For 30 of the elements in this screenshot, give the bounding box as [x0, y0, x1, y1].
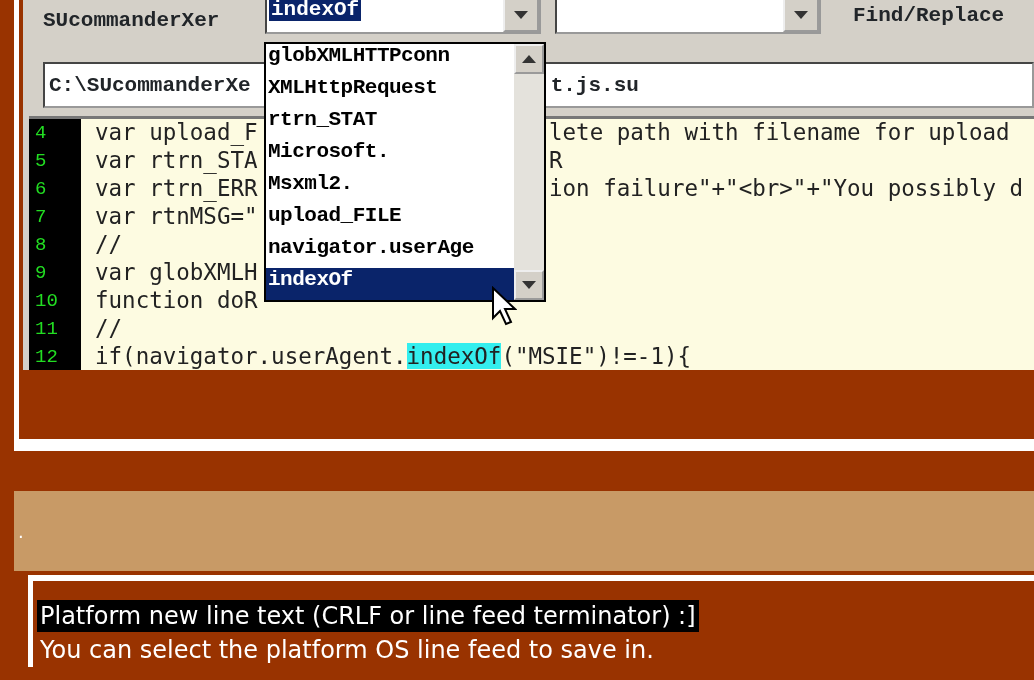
code-text: var rtrn_ERR [95, 175, 258, 201]
code-text: R [549, 147, 563, 175]
note-text: You can select the platform OS line feed to save in. [39, 635, 655, 666]
code-text: ion failure"+"<br>"+"You possibly d [549, 175, 1024, 203]
line-number: 11 [35, 318, 58, 340]
line-number: 12 [35, 346, 58, 368]
search-match: indexOf [406, 343, 502, 369]
code-text: var rtrn_STA [95, 147, 258, 173]
code-text: if(navigator.userAgent. [95, 343, 407, 369]
code-text: ("MSIE")!=-1){ [501, 343, 692, 369]
code-text: var upload_F [95, 119, 258, 145]
line-number: 6 [35, 178, 47, 200]
section-heading: Platform new line text (CRLF or line feed terminator) :] [37, 600, 699, 632]
line-number: 4 [35, 122, 47, 144]
path-text: t.js.su [550, 73, 639, 97]
line-number: 10 [35, 290, 58, 312]
app-label: SUcommanderXer [43, 8, 221, 32]
path-text: C:\SUcommanderXe [48, 73, 251, 97]
line-number: 8 [35, 234, 47, 256]
code-text: var rtnMSG=" [95, 203, 258, 229]
line-number: 7 [35, 206, 47, 228]
line-number: 9 [35, 262, 47, 284]
code-text: function doR [95, 287, 258, 313]
code-text: // [95, 231, 123, 257]
banner-text: . [18, 519, 24, 544]
find-replace-label: Find/Replace [853, 3, 1005, 27]
code-text: var globXMLH [95, 259, 258, 285]
code-text: lete path with filename for upload [549, 119, 1010, 147]
line-number: 5 [35, 150, 47, 172]
code-text: // [95, 315, 123, 341]
